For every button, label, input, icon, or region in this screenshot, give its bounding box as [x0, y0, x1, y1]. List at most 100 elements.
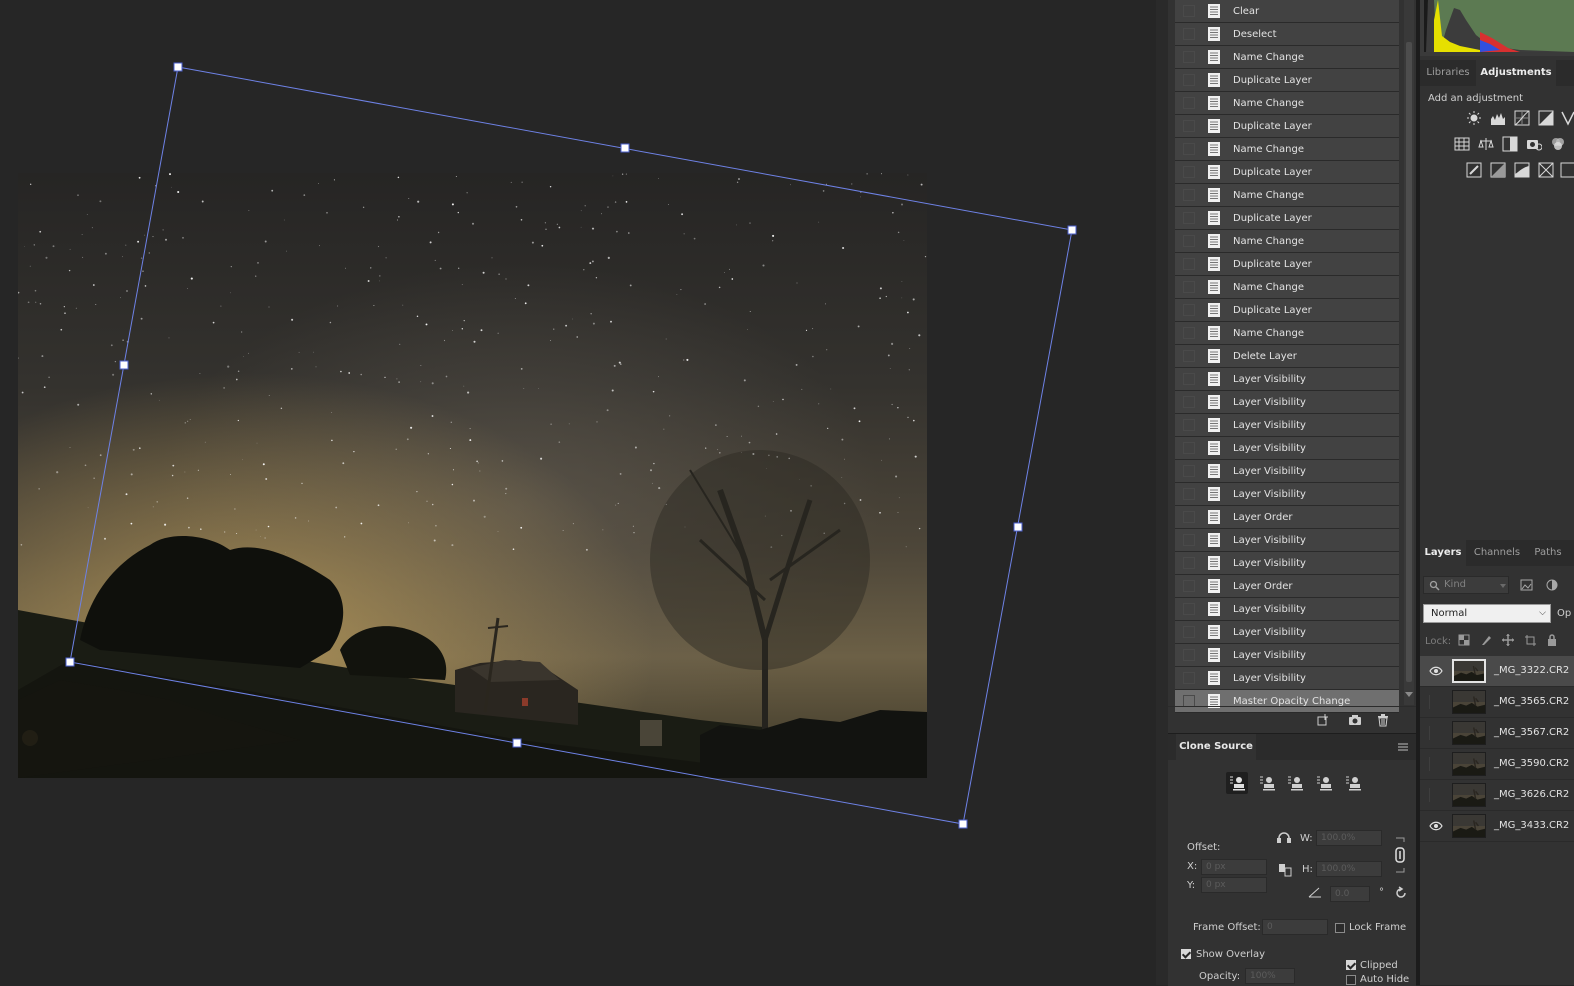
- exposure-icon[interactable]: [1538, 110, 1554, 126]
- levels-icon[interactable]: [1490, 110, 1506, 126]
- channel-mixer-icon[interactable]: [1550, 136, 1566, 152]
- history-source-checkbox[interactable]: [1183, 189, 1195, 201]
- history-state-item[interactable]: Name Change: [1175, 230, 1399, 253]
- history-state-item[interactable]: Layer Visibility: [1175, 552, 1399, 575]
- brightness-contrast-icon[interactable]: [1466, 110, 1482, 126]
- visibility-toggle[interactable]: [1429, 788, 1442, 802]
- history-state-item[interactable]: Layer Visibility: [1175, 368, 1399, 391]
- offset-y-input[interactable]: 0 px: [1201, 877, 1267, 893]
- rotation-angle-input[interactable]: 0.0: [1330, 886, 1370, 902]
- transform-handle-middle-right[interactable]: [1013, 522, 1023, 532]
- history-source-checkbox[interactable]: [1183, 419, 1195, 431]
- layer-row[interactable]: _MG_3565.CR2: [1420, 687, 1574, 718]
- history-state-item[interactable]: Layer Visibility: [1175, 460, 1399, 483]
- scale-h-input[interactable]: 100.0%: [1316, 861, 1382, 877]
- history-source-checkbox[interactable]: [1183, 465, 1195, 477]
- hue-saturation-icon[interactable]: [1454, 136, 1470, 152]
- lock-all-icon[interactable]: [1546, 634, 1558, 646]
- transform-handle-bottom-middle[interactable]: [512, 738, 522, 748]
- selective-color-icon[interactable]: [1560, 162, 1574, 178]
- invert-icon[interactable]: [1466, 162, 1482, 178]
- history-state-item[interactable]: Name Change: [1175, 92, 1399, 115]
- history-state-item[interactable]: Name Change: [1175, 184, 1399, 207]
- history-state-item[interactable]: Layer Visibility: [1175, 621, 1399, 644]
- layer-row[interactable]: _MG_3567.CR2: [1420, 718, 1574, 749]
- layer-row[interactable]: _MG_3322.CR2: [1420, 656, 1574, 687]
- history-source-checkbox[interactable]: [1183, 304, 1195, 316]
- history-source-checkbox[interactable]: [1183, 488, 1195, 500]
- history-source-checkbox[interactable]: [1183, 166, 1195, 178]
- visibility-toggle[interactable]: [1429, 757, 1442, 771]
- flip-horizontal-icon[interactable]: [1278, 862, 1292, 878]
- history-source-checkbox[interactable]: [1183, 580, 1195, 592]
- history-state-item[interactable]: Layer Visibility: [1175, 391, 1399, 414]
- black-white-icon[interactable]: [1502, 136, 1518, 152]
- show-overlay-checkbox[interactable]: [1181, 949, 1191, 959]
- reset-rotation-icon[interactable]: [1394, 886, 1408, 900]
- history-source-checkbox[interactable]: [1183, 649, 1195, 661]
- history-state-item[interactable]: Clear: [1175, 0, 1399, 23]
- history-state-item[interactable]: Layer Visibility: [1175, 644, 1399, 667]
- tab-paths[interactable]: Paths: [1528, 540, 1568, 566]
- overlay-opacity-input[interactable]: 100%: [1245, 968, 1295, 984]
- offset-x-input[interactable]: 0 px: [1201, 859, 1267, 875]
- history-source-checkbox[interactable]: [1183, 74, 1195, 86]
- history-state-item[interactable]: Layer Order: [1175, 506, 1399, 529]
- reset-transform-icon[interactable]: [1276, 830, 1292, 844]
- vibrance-icon[interactable]: [1560, 110, 1574, 126]
- history-scrollbar[interactable]: [1404, 0, 1414, 705]
- lock-transparent-pixels-icon[interactable]: [1458, 634, 1470, 646]
- color-balance-icon[interactable]: [1478, 136, 1494, 152]
- transform-handle-bottom-right[interactable]: [958, 819, 968, 829]
- visibility-toggle[interactable]: [1429, 695, 1442, 709]
- history-state-item[interactable]: Name Change: [1175, 46, 1399, 69]
- visibility-toggle[interactable]: [1429, 726, 1442, 740]
- gradient-map-icon[interactable]: [1538, 162, 1554, 178]
- history-source-checkbox[interactable]: [1183, 327, 1195, 339]
- layer-filter-kind[interactable]: Kind: [1423, 576, 1509, 594]
- history-source-checkbox[interactable]: [1183, 626, 1195, 638]
- history-state-item[interactable]: Duplicate Layer: [1175, 115, 1399, 138]
- clone-source-2-icon[interactable]: [1256, 772, 1278, 794]
- free-transform-bounding-box[interactable]: [0, 0, 1156, 985]
- trash-icon[interactable]: [1376, 713, 1390, 727]
- threshold-icon[interactable]: [1514, 162, 1530, 178]
- history-source-checkbox[interactable]: [1183, 603, 1195, 615]
- camera-icon[interactable]: [1348, 713, 1362, 727]
- history-source-checkbox[interactable]: [1183, 212, 1195, 224]
- history-source-checkbox[interactable]: [1183, 350, 1195, 362]
- layer-row[interactable]: _MG_3433.CR2: [1420, 811, 1574, 842]
- rotate-angle-icon[interactable]: [1308, 886, 1322, 898]
- history-source-checkbox[interactable]: [1183, 672, 1195, 684]
- auto-hide-checkbox[interactable]: [1346, 975, 1356, 985]
- transform-handle-top-middle[interactable]: [620, 143, 630, 153]
- history-source-checkbox[interactable]: [1183, 235, 1195, 247]
- transform-handle-bottom-left[interactable]: [65, 657, 75, 667]
- history-state-item[interactable]: Duplicate Layer: [1175, 69, 1399, 92]
- clipped-checkbox[interactable]: [1346, 960, 1356, 970]
- history-source-checkbox[interactable]: [1183, 281, 1195, 293]
- history-source-checkbox[interactable]: [1183, 258, 1195, 270]
- history-state-item[interactable]: Layer Visibility: [1175, 529, 1399, 552]
- panel-menu-icon[interactable]: [1398, 742, 1408, 752]
- history-source-checkbox[interactable]: [1183, 557, 1195, 569]
- adjustment-filter-icon[interactable]: [1546, 579, 1558, 591]
- history-state-item[interactable]: Layer Visibility: [1175, 437, 1399, 460]
- eye-icon[interactable]: [1429, 665, 1443, 677]
- eye-icon[interactable]: [1429, 820, 1443, 832]
- history-state-item[interactable]: Duplicate Layer: [1175, 253, 1399, 276]
- history-source-checkbox[interactable]: [1183, 373, 1195, 385]
- history-source-checkbox[interactable]: [1183, 97, 1195, 109]
- tab-layers[interactable]: Layers: [1420, 540, 1466, 566]
- history-state-item[interactable]: Layer Visibility: [1175, 483, 1399, 506]
- transform-handle-middle-left[interactable]: [119, 360, 129, 370]
- photo-filter-icon[interactable]: [1526, 136, 1542, 152]
- clone-source-1-icon[interactable]: [1226, 772, 1248, 794]
- posterize-icon[interactable]: [1490, 162, 1506, 178]
- frame-offset-input[interactable]: 0: [1262, 919, 1328, 935]
- tab-channels[interactable]: Channels: [1470, 540, 1524, 566]
- clone-source-3-icon[interactable]: [1284, 772, 1306, 794]
- document-canvas[interactable]: [0, 0, 1156, 985]
- new-document-from-state-icon[interactable]: [1316, 713, 1330, 727]
- curves-icon[interactable]: [1514, 110, 1530, 126]
